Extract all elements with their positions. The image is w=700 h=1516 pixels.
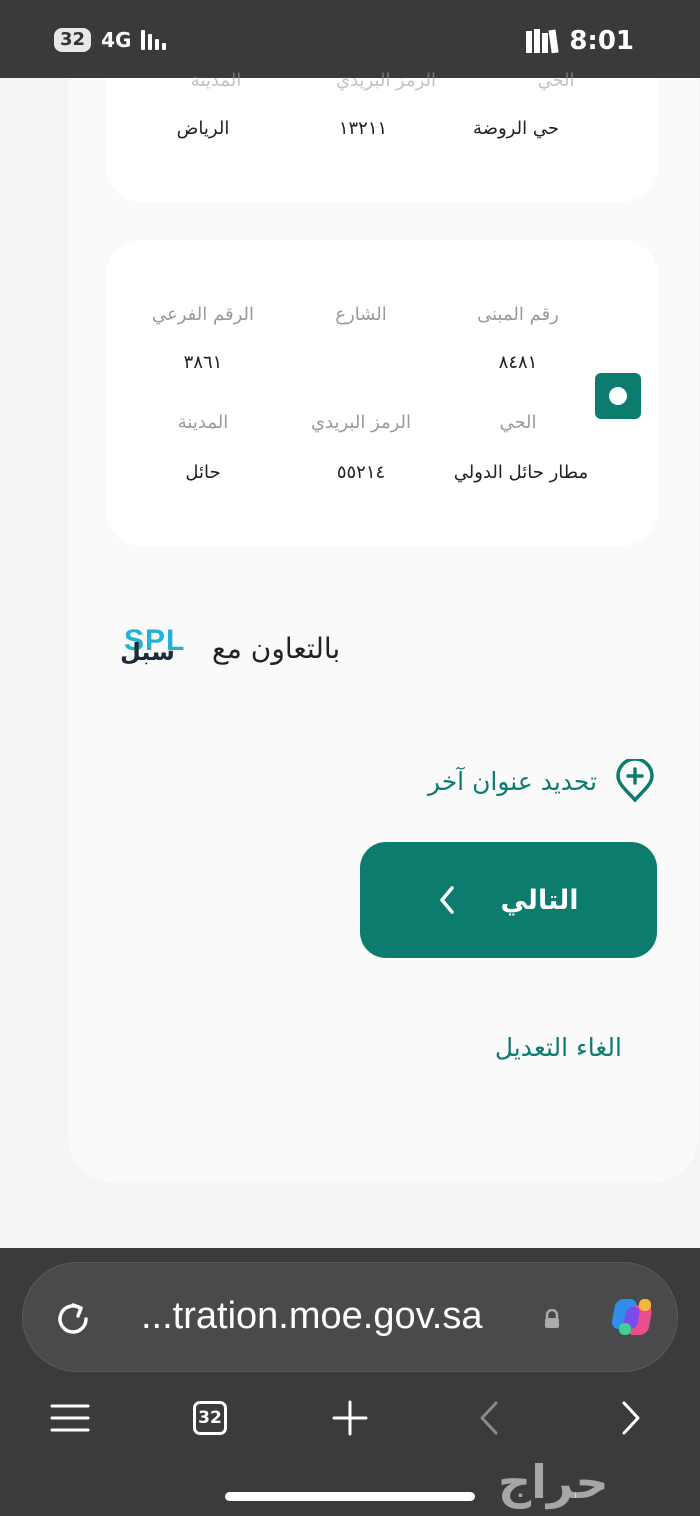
page-content: الحي الرمز البريدي المدينة حي الروضة ١٣٢… bbox=[0, 70, 700, 1248]
address-2-radio-selected[interactable] bbox=[595, 373, 641, 419]
building-number-label: رقم المبنى bbox=[477, 304, 559, 325]
postal-code-value: ١٣٢١١ bbox=[338, 118, 388, 139]
browser-toolbar: 32 bbox=[0, 1398, 700, 1442]
address-card-2[interactable]: رقم المبنى الشارع الرقم الفرعي ٨٤٨١ ٣٨٦١… bbox=[106, 240, 658, 546]
network-type: 4G bbox=[101, 28, 132, 52]
spl-logo: SPL سبل bbox=[120, 624, 198, 670]
district-label: الحي bbox=[499, 412, 537, 433]
cooperation-text: بالتعاون مع bbox=[212, 631, 341, 665]
spl-logo-arabic: سبل bbox=[120, 638, 175, 666]
plus-icon[interactable] bbox=[332, 1400, 368, 1436]
district-value: حي الروضة bbox=[473, 118, 559, 139]
lock-icon bbox=[545, 1309, 559, 1328]
sub-number-value: ٣٨٦١ bbox=[183, 352, 223, 373]
next-button-label: التالي bbox=[500, 884, 579, 916]
address-bar[interactable]: ...tration.moe.gov.sa bbox=[22, 1262, 678, 1372]
city-label: المدينة bbox=[177, 412, 229, 433]
menu-icon[interactable] bbox=[50, 1402, 90, 1434]
city-label: المدينة bbox=[190, 70, 242, 91]
street-label: الشارع bbox=[335, 304, 387, 325]
location-pin-plus-icon bbox=[616, 759, 654, 803]
chevron-left-icon bbox=[440, 886, 455, 914]
status-bar: 32 4G 8:01 bbox=[0, 0, 700, 78]
copilot-icon[interactable] bbox=[611, 1293, 659, 1341]
postal-code-value: ٥٥٢١٤ bbox=[336, 462, 386, 483]
postal-code-label: الرمز البريدي bbox=[310, 412, 412, 433]
home-indicator[interactable] bbox=[225, 1492, 475, 1501]
back-arrow-icon[interactable] bbox=[478, 1400, 500, 1436]
signal-icon bbox=[141, 30, 167, 50]
postal-code-label: الرمز البريدي bbox=[335, 70, 437, 91]
other-address-label: تحديد عنوان آخر bbox=[427, 766, 597, 796]
city-value: حائل bbox=[185, 462, 221, 483]
sub-number-label: الرقم الفرعي bbox=[152, 304, 254, 325]
building-number-value: ٨٤٨١ bbox=[498, 352, 538, 373]
other-address-link[interactable]: تحديد عنوان آخر bbox=[380, 758, 655, 804]
city-value: الرياض bbox=[176, 118, 230, 139]
tabs-button[interactable]: 32 bbox=[193, 1401, 227, 1435]
district-value: مطار حائل الدولي bbox=[453, 462, 589, 483]
clock: 8:01 bbox=[569, 26, 634, 56]
tab-count-badge: 32 bbox=[54, 28, 92, 52]
cancel-edit-link[interactable]: الغاء التعديل bbox=[440, 1033, 622, 1062]
reload-icon[interactable] bbox=[53, 1299, 93, 1339]
status-right: 8:01 bbox=[525, 26, 634, 56]
url-text: ...tration.moe.gov.sa bbox=[141, 1295, 483, 1337]
next-button[interactable]: التالي bbox=[360, 842, 657, 958]
forward-arrow-icon[interactable] bbox=[620, 1400, 642, 1436]
status-left: 32 4G bbox=[54, 28, 167, 52]
address-card-1[interactable]: الحي الرمز البريدي المدينة حي الروضة ١٣٢… bbox=[106, 70, 658, 202]
haraj-watermark: حراج bbox=[498, 1455, 609, 1509]
cooperation-row: SPL سبل بالتعاون مع bbox=[120, 618, 340, 678]
district-label: الحي bbox=[537, 70, 575, 91]
books-icon bbox=[526, 29, 559, 54]
